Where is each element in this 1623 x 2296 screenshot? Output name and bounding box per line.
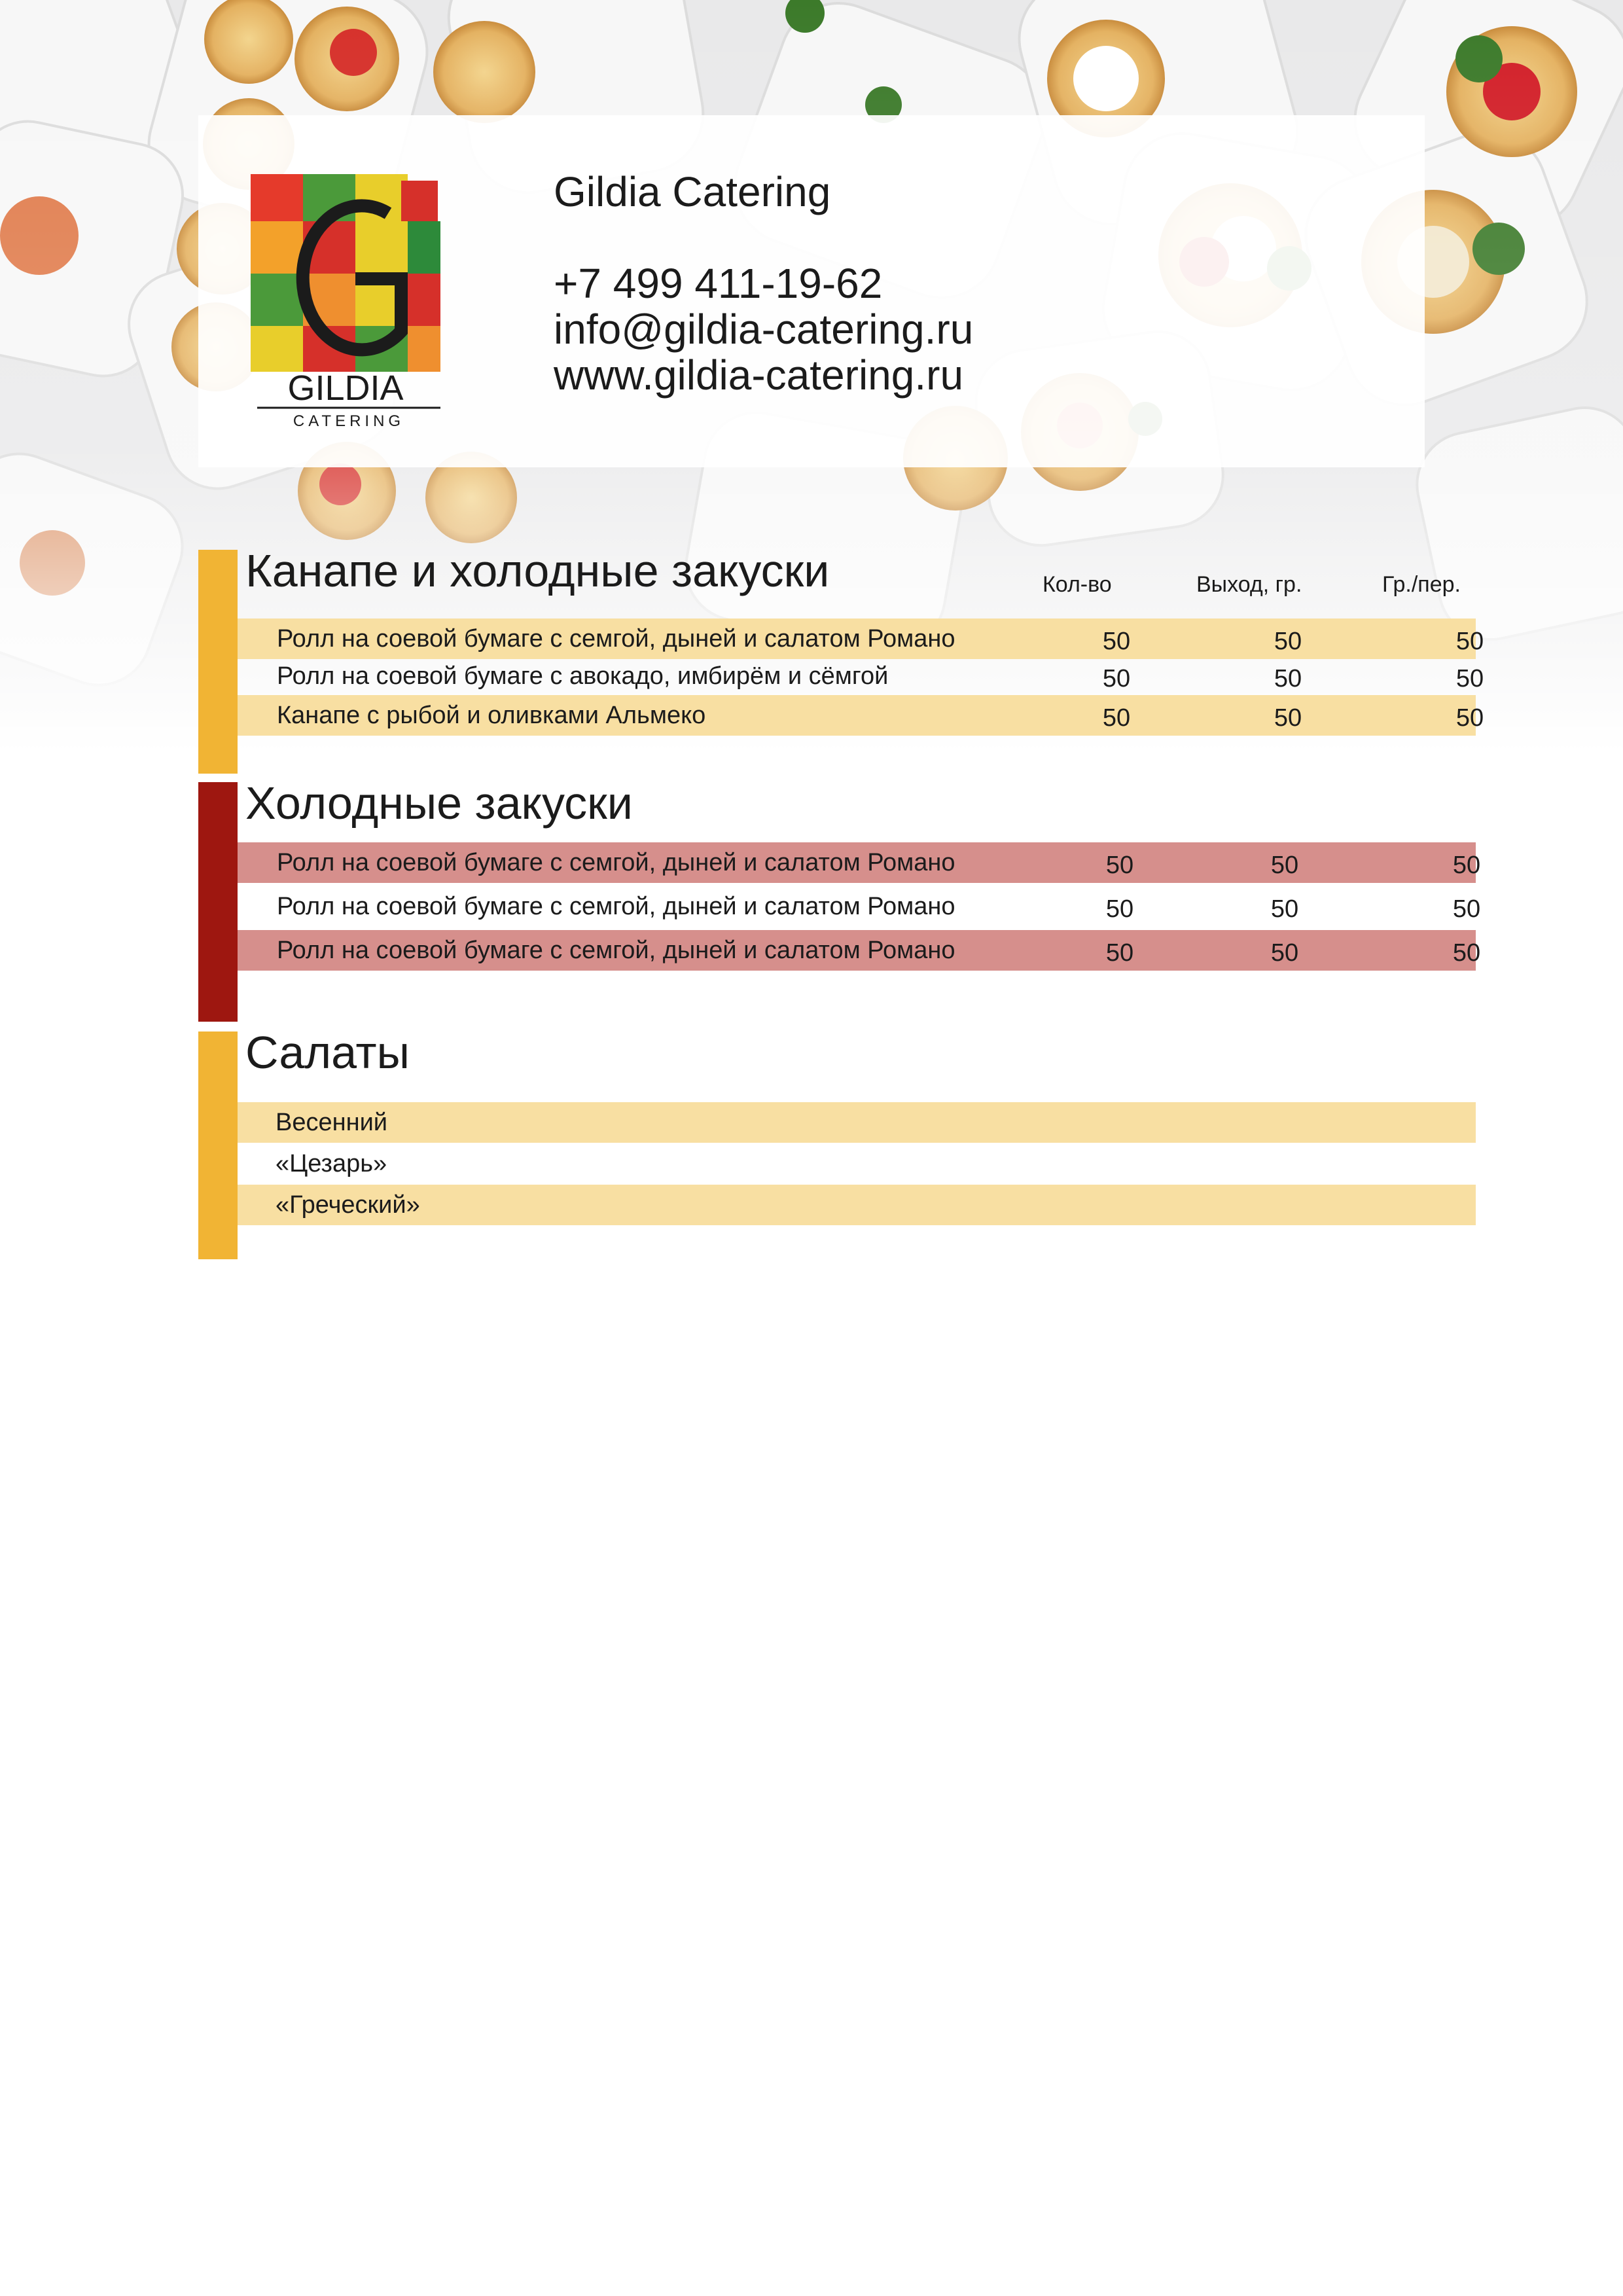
logo-wordmark: GILDIA — [287, 368, 403, 408]
dish-per-person: 50 — [1455, 628, 1484, 655]
dish-name: Весенний — [276, 1109, 388, 1136]
dish-name: Ролл на соевой бумаге с семгой, дыней и … — [277, 849, 955, 876]
menu-row: Ролл на соевой бумаге с семгой, дыней и … — [238, 619, 1484, 659]
section-title: Салаты — [245, 1027, 410, 1078]
menu-row: Ролл на соевой бумаге с авокадо, имбирём… — [238, 656, 1484, 696]
column-header-yield: Выход, гр. — [1196, 572, 1302, 597]
menu-row: Ролл на соевой бумаге с семгой, дыней и … — [238, 842, 1480, 883]
column-header-qty: Кол-во — [1043, 572, 1112, 597]
section-cold-appetizers: Холодные закуски Ролл на соевой бумаге с… — [198, 778, 1480, 1022]
dish-qty: 50 — [1102, 665, 1131, 692]
column-header-per-person: Гр./пер. — [1382, 572, 1461, 597]
section-color-bar — [198, 782, 238, 1022]
section-color-bar — [198, 550, 238, 774]
section-title: Канапе и холодные закуски — [245, 545, 830, 596]
dish-name: Канапе с рыбой и оливками Альмеко — [277, 702, 706, 729]
menu-row: Канапе с рыбой и оливками Альмеко 50 50 … — [238, 695, 1484, 736]
section-canapes: Канапе и холодные закуски Кол-во Выход, … — [198, 545, 1484, 774]
dish-per-person: 50 — [1452, 939, 1481, 967]
dish-qty: 50 — [1105, 852, 1134, 879]
dish-yield: 50 — [1274, 665, 1302, 692]
menu-row: «Цезарь» — [238, 1143, 1476, 1184]
menu-row: Весенний — [238, 1102, 1476, 1143]
gildia-logo: GILDIA CATERING — [251, 174, 447, 430]
phone-number[interactable]: +7 499 411-19-62 — [554, 260, 973, 306]
dish-per-person: 50 — [1452, 852, 1481, 879]
section-salads: Салаты Весенний «Цезарь» «Греческий» — [198, 1027, 1476, 1259]
dish-name: «Греческий» — [276, 1191, 420, 1219]
dish-yield: 50 — [1274, 628, 1302, 655]
email-address[interactable]: info@gildia-catering.ru — [554, 306, 973, 352]
menu-row: Ролл на соевой бумаге с семгой, дыней и … — [238, 886, 1480, 927]
dish-name: Ролл на соевой бумаге с семгой, дыней и … — [277, 937, 955, 964]
dish-name: Ролл на соевой бумаге с семгой, дыней и … — [277, 893, 955, 920]
dish-per-person: 50 — [1452, 895, 1481, 923]
dish-qty: 50 — [1105, 939, 1134, 967]
menu-row: «Греческий» — [238, 1185, 1476, 1225]
dish-qty: 50 — [1102, 628, 1131, 655]
dish-yield: 50 — [1274, 704, 1302, 732]
dish-name: «Цезарь» — [276, 1150, 387, 1177]
dish-qty: 50 — [1105, 895, 1134, 923]
dish-yield: 50 — [1270, 939, 1299, 967]
company-info: Gildia Catering +7 499 411-19-62 info@gi… — [554, 169, 973, 398]
menu-row: Ролл на соевой бумаге с семгой, дыней и … — [238, 930, 1480, 971]
dish-name: Ролл на соевой бумаге с авокадо, имбирём… — [277, 662, 889, 690]
logo-tagline: CATERING — [293, 412, 404, 429]
company-name: Gildia Catering — [554, 168, 831, 215]
dish-per-person: 50 — [1455, 665, 1484, 692]
dish-qty: 50 — [1102, 704, 1131, 732]
dish-per-person: 50 — [1455, 704, 1484, 732]
website-link[interactable]: www.gildia-catering.ru — [554, 352, 973, 398]
section-color-bar — [198, 1031, 238, 1259]
dish-yield: 50 — [1270, 895, 1299, 923]
dish-yield: 50 — [1270, 852, 1299, 879]
header-card: GILDIA CATERING Gildia Catering +7 499 4… — [198, 115, 1425, 467]
section-title: Холодные закуски — [245, 778, 633, 829]
dish-name: Ролл на соевой бумаге с семгой, дыней и … — [277, 625, 955, 653]
